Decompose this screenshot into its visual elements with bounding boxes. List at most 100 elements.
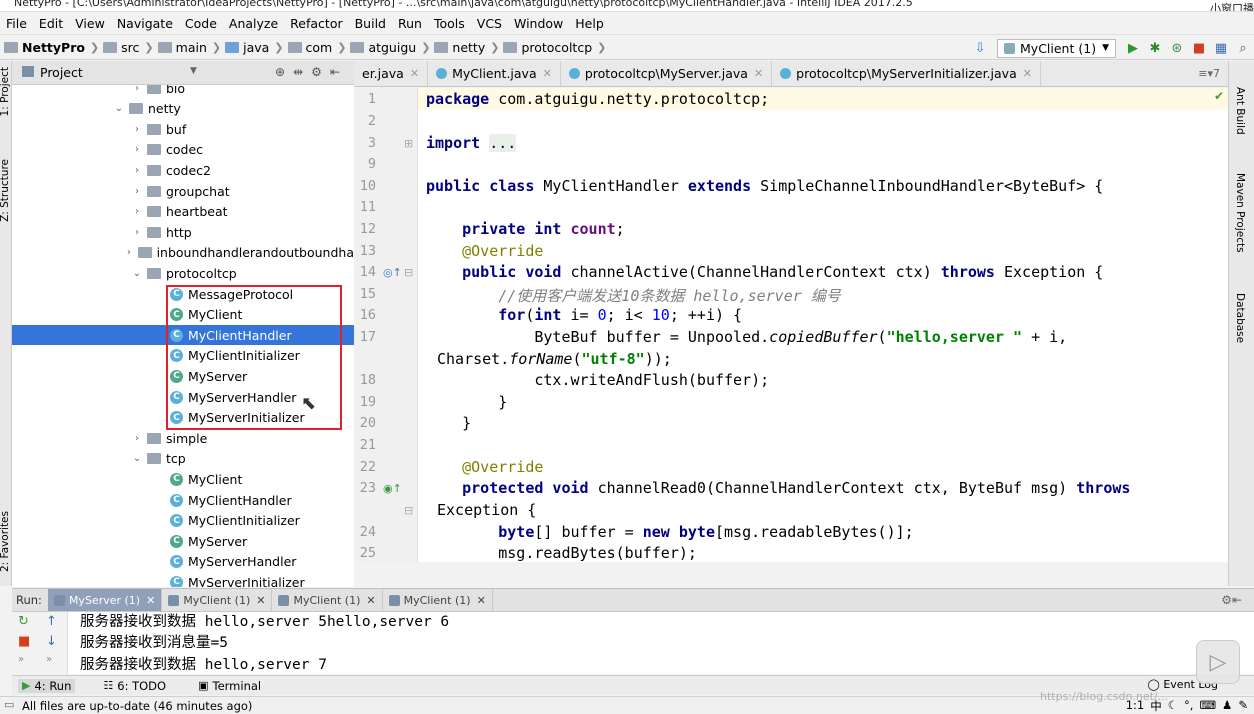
menu-edit[interactable]: Edit (33, 16, 69, 31)
chevron-right-icon[interactable]: › (130, 124, 144, 135)
rerun-icon[interactable]: ↻ (18, 614, 29, 629)
chevron-right-icon[interactable]: › (130, 433, 144, 444)
chevron-right-icon[interactable]: › (122, 247, 135, 258)
tree-item-myserver[interactable]: C MyServer (12, 531, 354, 551)
tree-item-inboundhandlerandoutboundha[interactable]: › inboundhandlerandoutboundha (12, 243, 354, 263)
menu-tools[interactable]: Tools (428, 16, 471, 31)
arrow-down-icon[interactable]: ↓ (46, 634, 57, 649)
run-configuration-select[interactable]: MyClient (1) ▼ (997, 38, 1116, 58)
close-icon[interactable]: ✕ (754, 67, 763, 80)
tree-item-simple[interactable]: › simple (12, 428, 354, 448)
chevron-right-icon[interactable]: › (130, 85, 144, 94)
chevron-down-icon[interactable]: ⌄ (130, 268, 144, 279)
tree-item-tcp[interactable]: ⌄ tcp (12, 449, 354, 469)
menu-build[interactable]: Build (349, 16, 392, 31)
run-icon[interactable]: ▶ (1124, 39, 1142, 57)
play-overlay-button[interactable]: ▷ (1196, 640, 1240, 684)
menu-analyze[interactable]: Analyze (223, 16, 284, 31)
maven-projects-tool-tab[interactable]: Maven Projects (1234, 173, 1246, 253)
collapse-icon[interactable]: ⇹ (293, 65, 303, 79)
override-marker-icon[interactable]: ◎↑ (383, 266, 402, 279)
close-icon[interactable]: ✕ (1023, 67, 1032, 80)
close-icon[interactable]: ✕ (146, 594, 155, 607)
menu-vcs[interactable]: VCS (471, 16, 508, 31)
fold-icon[interactable]: ⊞ (404, 137, 413, 150)
breadcrumb-com[interactable]: com ❯ (287, 40, 346, 55)
project-structure-icon[interactable]: ▦ (1212, 39, 1230, 57)
breadcrumb-java[interactable]: java ❯ (225, 40, 284, 55)
tree-item-http[interactable]: › http (12, 222, 354, 242)
breadcrumb-netty[interactable]: netty ❯ (434, 40, 499, 55)
close-icon[interactable]: ✕ (543, 67, 552, 80)
breadcrumb-main[interactable]: main ❯ (157, 40, 221, 55)
run-tab[interactable]: MyClient (1) ✕ (383, 589, 493, 611)
tree-item-myserverhandler[interactable]: C MyServerHandler (12, 552, 354, 572)
tree-item-codec2[interactable]: › codec2 (12, 160, 354, 180)
breadcrumb-project[interactable]: NettyPro ❯ (4, 40, 99, 55)
tree-item-groupchat[interactable]: › groupchat (12, 181, 354, 201)
menu-run[interactable]: Run (392, 16, 428, 31)
menu-file[interactable]: File (0, 16, 33, 31)
gear-icon[interactable]: ⚙ (311, 65, 322, 79)
run-console[interactable]: ↻ ↑ ■ ↓ » » 服务器接收到数据 hello,server 5hello… (12, 612, 1254, 674)
chevron-down-icon[interactable]: ⌄ (112, 103, 126, 114)
menu-code[interactable]: Code (179, 16, 223, 31)
menu-refactor[interactable]: Refactor (284, 16, 348, 31)
tree-item-codec[interactable]: › codec (12, 140, 354, 160)
favorites-tool-tab[interactable]: 2: Favorites (0, 511, 11, 572)
chevron-right-icon[interactable]: › (130, 165, 144, 176)
more-icon[interactable]: » (18, 654, 24, 665)
editor-tab[interactable]: protocoltcp\MyServerInitializer.java ✕ (772, 61, 1041, 86)
wrench-icon[interactable]: ✎ (1238, 698, 1248, 714)
moon-icon[interactable]: ☾ (1168, 698, 1178, 714)
chevron-down-icon[interactable]: ▼ (190, 66, 197, 76)
close-icon[interactable]: ✕ (366, 594, 375, 607)
tree-item-bio[interactable]: › bio (12, 85, 354, 98)
chevron-down-icon[interactable]: ⌄ (130, 453, 144, 464)
menu-help[interactable]: Help (569, 16, 610, 31)
chevron-right-icon[interactable]: › (130, 144, 144, 155)
search-icon[interactable]: ⌕ (1234, 39, 1252, 57)
breadcrumb-src[interactable]: src ❯ (103, 40, 154, 55)
layout-icon[interactable]: ▭ (4, 698, 14, 711)
fold-icon[interactable]: ⊟ (404, 266, 413, 279)
debug-icon[interactable]: ✱ (1146, 39, 1164, 57)
status-message[interactable]: All files are up-to-date (46 minutes ago… (22, 699, 252, 713)
tree-item-myserverinitializer[interactable]: C MyServerInitializer (12, 572, 354, 587)
locate-icon[interactable]: ⊕ (275, 65, 285, 79)
tree-item-protocoltcp[interactable]: ⌄ protocoltcp (12, 263, 354, 283)
punctuation-icon[interactable]: °, (1184, 698, 1193, 714)
breadcrumb-protocoltcp[interactable]: protocoltcp ❯ (503, 40, 606, 55)
project-tool-tab[interactable]: 1: Project (0, 67, 11, 116)
menu-window[interactable]: Window (508, 16, 569, 31)
menu-view[interactable]: View (69, 16, 111, 31)
editor-tab[interactable]: protocoltcp\MyServer.java ✕ (561, 61, 773, 86)
coverage-icon[interactable]: ⊛ (1168, 39, 1186, 57)
tree-item-buf[interactable]: › buf (12, 119, 354, 139)
keyboard-icon[interactable]: ⌨ (1199, 698, 1216, 714)
menu-navigate[interactable]: Navigate (111, 16, 179, 31)
chevron-right-icon[interactable]: › (130, 206, 144, 217)
close-icon[interactable]: ✕ (410, 67, 419, 80)
corner-label[interactable]: 小窗口播 (1210, 0, 1254, 11)
run-tab[interactable]: MyClient (1) ✕ (162, 589, 273, 611)
breadcrumb-atguigu[interactable]: atguigu ❯ (350, 40, 430, 55)
tree-item-netty[interactable]: ⌄ netty (12, 99, 354, 119)
more-icon[interactable]: » (46, 654, 52, 665)
todo-tool-button[interactable]: ☷ 6: TODO (99, 679, 170, 693)
terminal-tool-button[interactable]: ▣ Terminal (194, 679, 265, 693)
tree-item-myclientinitializer[interactable]: C MyClientInitializer (12, 511, 354, 531)
run-tab[interactable]: MyClient (1) ✕ (272, 589, 383, 611)
close-icon[interactable]: ✕ (256, 594, 265, 607)
tree-item-myclient[interactable]: C MyClient (12, 469, 354, 489)
structure-tool-tab[interactable]: Z: Structure (0, 159, 11, 222)
gear-icon[interactable]: ⚙⇤ (1221, 593, 1242, 607)
editor-tab[interactable]: er.java ✕ (354, 61, 429, 86)
tab-overflow-icon[interactable]: ≡▾7 (1198, 67, 1220, 80)
hide-icon[interactable]: ⇤ (330, 65, 340, 79)
project-panel-title[interactable]: Project (40, 65, 83, 80)
code-editor[interactable]: 1 2 3 9 10 11 12 13 14 15 16 17 18 19 20… (354, 88, 1228, 562)
close-icon[interactable]: ✕ (477, 594, 486, 607)
stop-icon[interactable]: ■ (1190, 39, 1208, 57)
fold-icon[interactable]: ⊟ (404, 504, 413, 517)
